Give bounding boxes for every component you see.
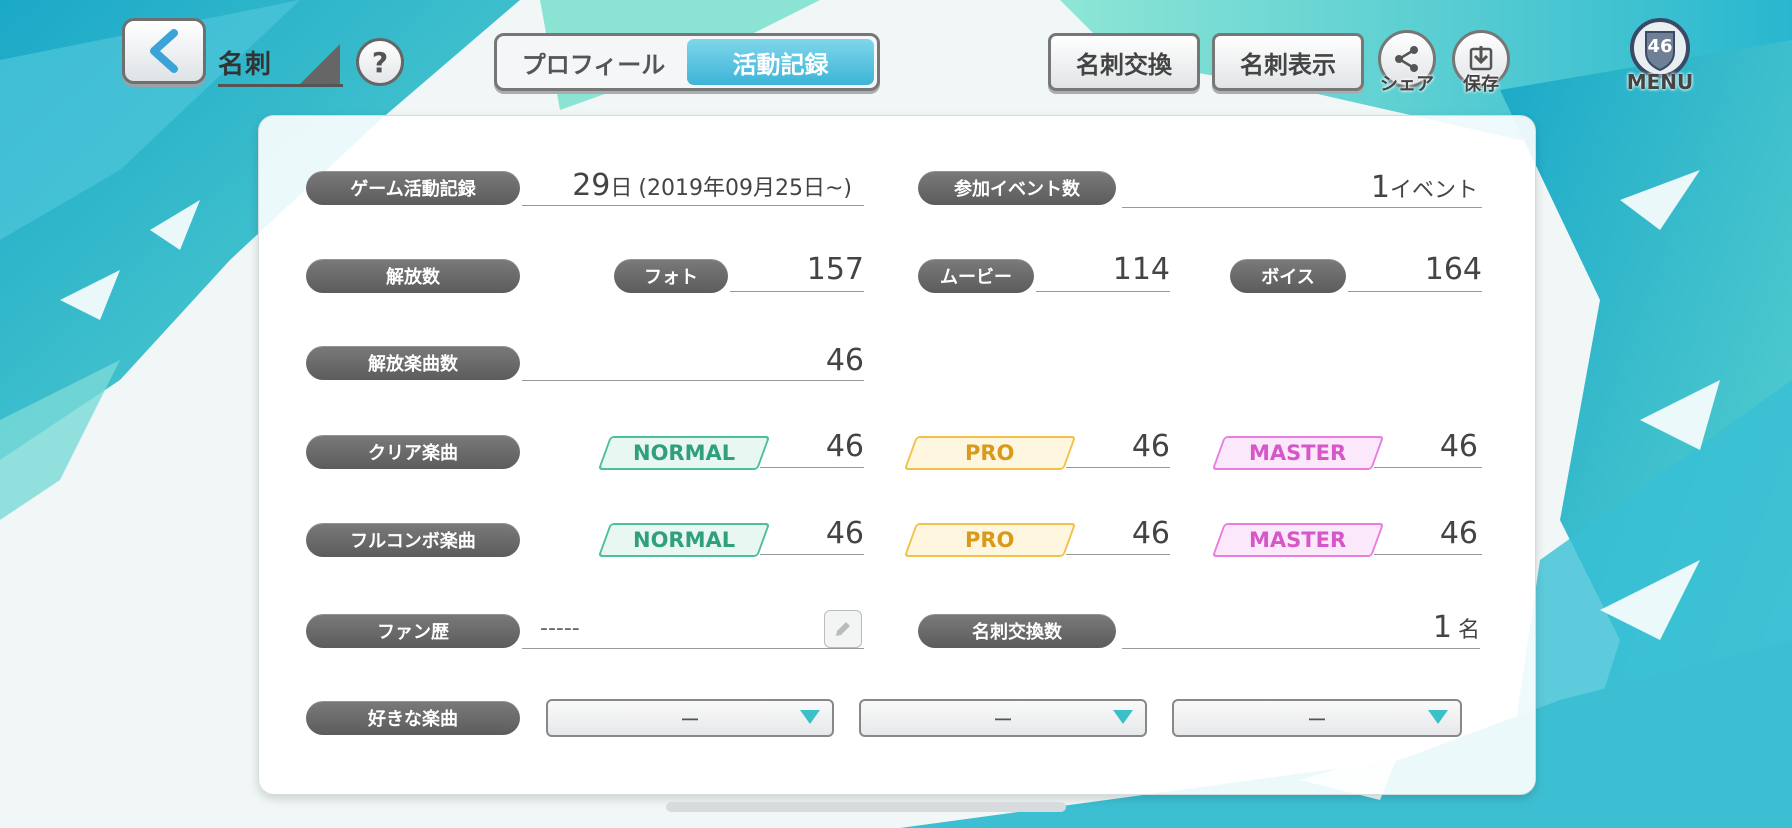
divider [1348,291,1482,292]
activity-since: (2019年09月25日~) [638,176,852,201]
title-corner-decoration [300,44,340,84]
share-caption: シェア [1380,74,1434,95]
photo-label: フォト [614,259,728,293]
events-unit: イベント [1389,178,1478,203]
favorite-song-select-1[interactable]: ー [546,699,834,737]
card-exchanges-unit: 名 [1457,618,1480,643]
cleared-master-count: 46 [1439,429,1478,464]
pencil-icon [836,622,850,636]
dropdown-arrow-icon [1113,710,1133,724]
dropdown-arrow-icon [1428,710,1448,724]
divider [522,205,864,206]
voice-label: ボイス [1230,259,1346,293]
events-label: 参加イベント数 [918,171,1116,205]
favorite-songs-label: 好きな楽曲 [306,701,520,735]
divider [760,554,864,555]
title-underline [218,84,343,87]
movie-count: 114 [1112,252,1170,287]
help-icon: ? [371,45,389,79]
divider [730,291,864,292]
voice-count: 164 [1424,252,1482,287]
activity-days: 29 [572,168,611,203]
divider [760,467,864,468]
chevron-left-icon [150,29,178,73]
divider [1122,648,1480,649]
edit-fan-history-button[interactable] [824,610,862,648]
divider [522,648,864,649]
game-activity-label: ゲーム活動記録 [306,171,520,205]
save-caption: 保存 [1463,74,1499,95]
events-count: 1 [1370,170,1390,205]
full-combo-songs-label: フルコンボ楽曲 [306,523,520,557]
cleared-pro-count: 46 [1131,429,1170,464]
master-difficulty-tag: MASTER [1211,523,1385,557]
menu-level-badge: 46 [1647,36,1673,57]
game-activity-value: 29日 (2019年09月25日~) [522,168,852,203]
master-difficulty-tag: MASTER [1211,436,1385,470]
card-exchanges-label: 名刺交換数 [918,614,1116,648]
divider [522,380,864,381]
divider [1066,554,1170,555]
card-exchange-button[interactable]: 名刺交換 [1048,33,1200,91]
unlocked-songs-count: 46 [825,343,864,378]
card-exchanges-value: 1名 [1122,610,1480,645]
divider [1374,467,1482,468]
fan-history-label: ファン歴 [306,614,520,648]
unlocks-label: 解放数 [306,259,520,293]
cleared-normal-count: 46 [825,429,864,464]
divider [1122,207,1482,208]
help-button[interactable]: ? [356,38,404,86]
card-exchanges-count: 1 [1432,610,1452,645]
cleared-songs-label: クリア楽曲 [306,435,520,469]
events-value: 1イベント [1122,170,1478,205]
menu-caption: MENU [1626,70,1694,94]
fan-history-value: ----- [540,616,580,641]
favorite-song-select-3[interactable]: ー [1172,699,1462,737]
divider [1374,554,1482,555]
divider [1066,467,1170,468]
tab-bar: プロフィール 活動記録 [494,33,880,91]
pro-difficulty-tag: PRO [903,523,1077,557]
dropdown-arrow-icon [800,710,820,724]
card-display-button[interactable]: 名刺表示 [1212,33,1364,91]
full-combo-normal-count: 46 [825,516,864,551]
full-combo-master-count: 46 [1439,516,1478,551]
tab-profile[interactable]: プロフィール [500,39,687,85]
normal-difficulty-tag: NORMAL [597,523,771,557]
movie-label: ムービー [918,259,1034,293]
unlocked-songs-label: 解放楽曲数 [306,346,520,380]
page-title: 名刺 [218,50,273,80]
normal-difficulty-tag: NORMAL [597,436,771,470]
full-combo-pro-count: 46 [1131,516,1170,551]
horizontal-scrollbar[interactable] [666,802,1066,812]
pro-difficulty-tag: PRO [903,436,1077,470]
favorite-song-select-2[interactable]: ー [859,699,1147,737]
back-button[interactable] [122,18,206,84]
tab-activity-record[interactable]: 活動記録 [687,39,874,85]
divider [1036,291,1170,292]
photo-count: 157 [806,252,864,287]
activity-day-unit: 日 [610,176,633,201]
